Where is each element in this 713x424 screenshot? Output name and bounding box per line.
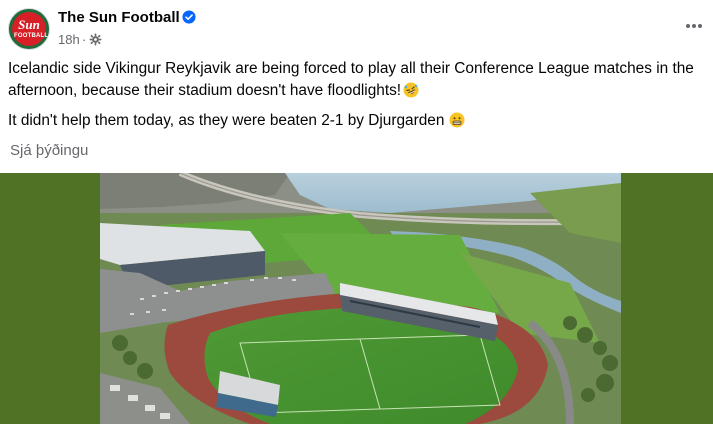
post-header: Sun FOOTBALL The Sun Football 18h ·	[0, 0, 713, 56]
more-options-icon	[686, 24, 704, 28]
more-options-button[interactable]	[680, 12, 708, 40]
meta-separator: ·	[82, 32, 87, 47]
avatar-logo-sub: FOOTBALL	[14, 33, 49, 39]
audience-gear-icon[interactable]	[89, 33, 102, 46]
avatar-logo: Sun FOOTBALL	[12, 12, 49, 46]
post-media[interactable]	[0, 173, 713, 424]
rofl-emoji-icon	[403, 82, 419, 98]
page-name-link[interactable]: The Sun Football	[58, 9, 180, 26]
avatar-logo-word: Sun	[18, 17, 40, 32]
post-paragraph-text: It didn't help them today, as they were …	[8, 112, 445, 129]
post-paragraph: It didn't help them today, as they were …	[8, 110, 708, 132]
post-message: Icelandic side Vikingur Reykjavik are be…	[8, 58, 708, 140]
see-translation-link[interactable]: Sjá þýðingu	[10, 142, 88, 159]
verified-badge-icon	[182, 10, 196, 24]
post-paragraph-text: Icelandic side Vikingur Reykjavik are be…	[8, 60, 694, 99]
post-paragraph: Icelandic side Vikingur Reykjavik are be…	[8, 58, 708, 102]
page-avatar[interactable]: Sun FOOTBALL	[8, 8, 50, 50]
stadium-aerial-photo[interactable]	[100, 173, 621, 424]
grimace-emoji-icon	[449, 112, 465, 128]
post-timestamp[interactable]: 18h	[58, 32, 80, 47]
